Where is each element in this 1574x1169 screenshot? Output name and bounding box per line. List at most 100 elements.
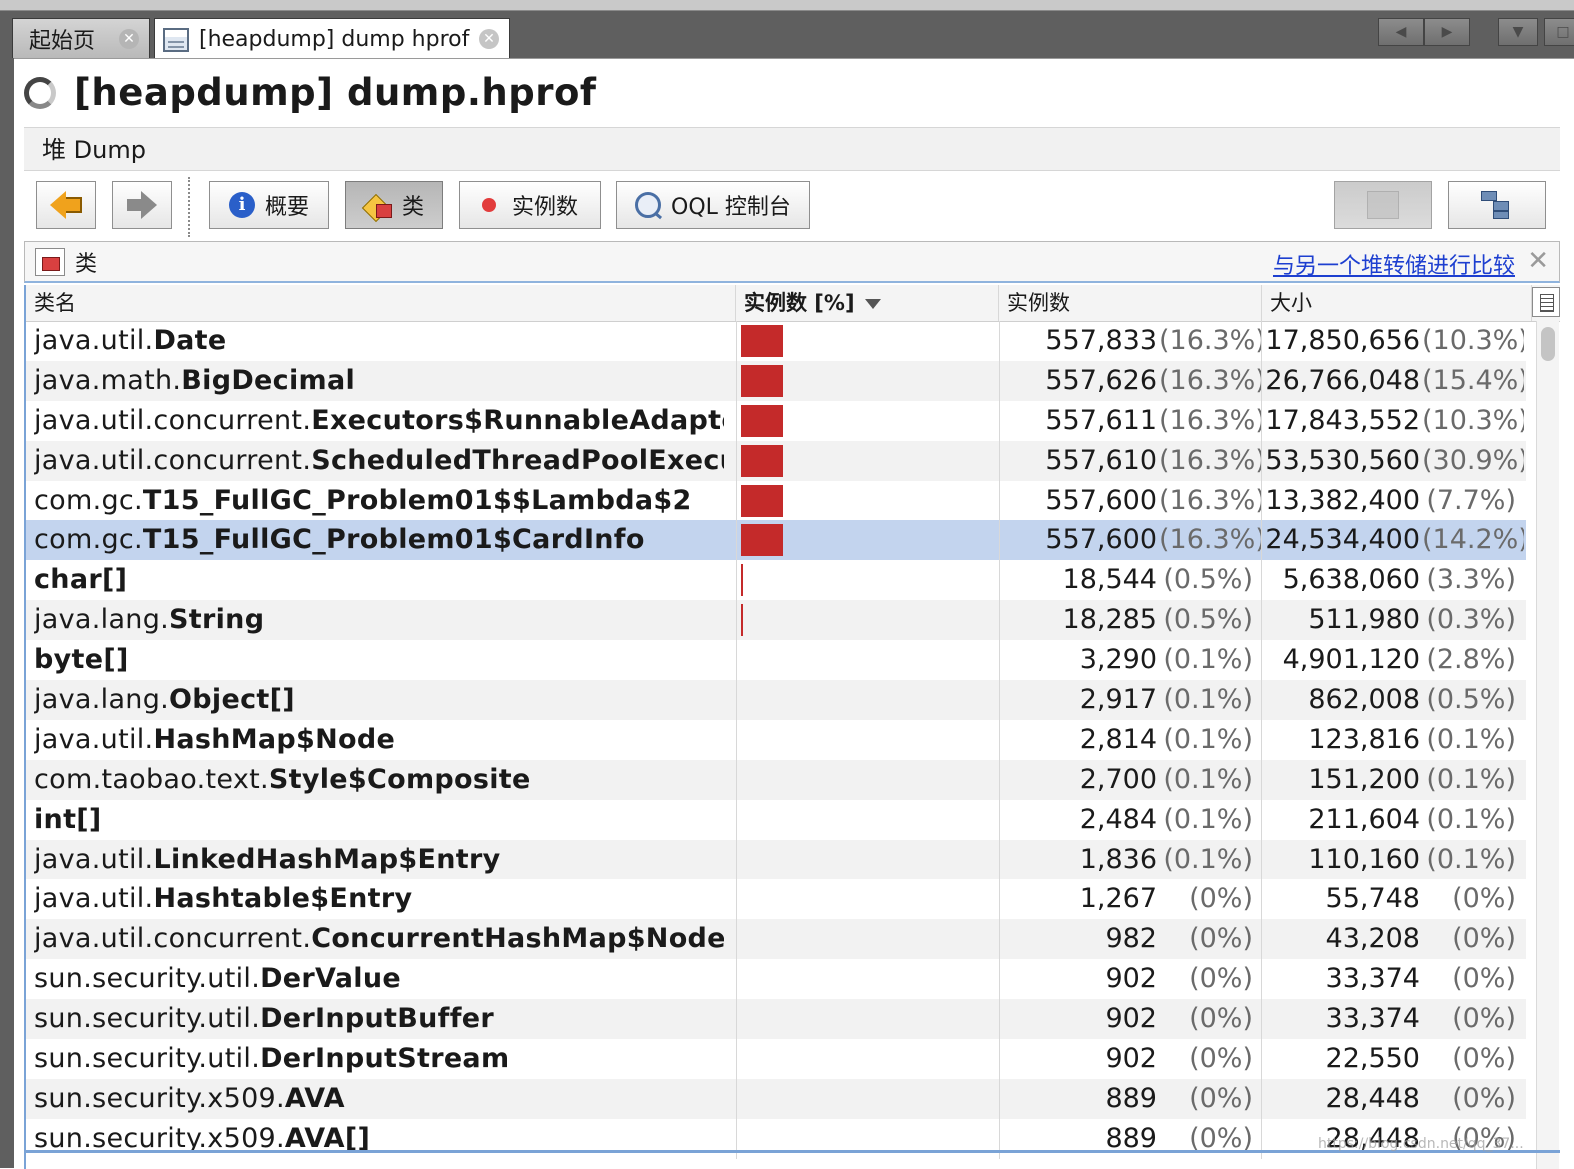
table-row[interactable]: java.util.Hashtable$Entry 1,267 (0%) 55,748… xyxy=(26,879,1526,920)
toolbar: i 概要 类 实例数 OQL 控制台 xyxy=(24,177,1560,237)
instances-count: 902 xyxy=(1105,1003,1157,1035)
table-row[interactable]: byte[] 3,290 (0.1%) 4,901,120 (2.8%) xyxy=(26,640,1526,681)
instances-count: 1,836 xyxy=(1079,843,1157,875)
table-row[interactable]: sun.security.util.DerValue 902 (0%) 33,374 (… xyxy=(26,959,1526,1000)
oql-console-button[interactable]: OQL 控制台 xyxy=(616,181,810,229)
table-row[interactable]: com.gc.T15_FullGC_Problem01$$Lambda$2 557… xyxy=(26,480,1526,521)
package-name: com.gc. xyxy=(34,484,143,516)
grid-icon xyxy=(1367,191,1399,219)
table-row[interactable]: java.math.BigDecimal 557,626 (16.3%) 26,766… xyxy=(26,360,1526,401)
table-row[interactable]: java.util.HashMap$Node 2,814 (0.1%) 123,816… xyxy=(26,719,1526,760)
class-simple-name: DerValue xyxy=(260,963,401,995)
instances-count-cell: 557,611 (16.3%) xyxy=(999,400,1262,441)
close-icon[interactable]: ✕ xyxy=(479,29,499,49)
table-row[interactable]: java.lang.String 18,285 (0.5%) 511,980 (0.3%… xyxy=(26,600,1526,641)
column-header-class-name[interactable]: 类名 xyxy=(26,285,736,321)
instances-count: 3,290 xyxy=(1079,644,1157,676)
tab-list-button[interactable]: ▼ xyxy=(1498,18,1538,46)
instances-percent-bar-cell xyxy=(736,719,1000,760)
table-row[interactable]: sun.security.util.DerInputBuffer 902 (0%) 3… xyxy=(26,999,1526,1040)
instances-count: 889 xyxy=(1105,1082,1157,1114)
package-name: sun.security.util. xyxy=(34,1043,261,1075)
hierarchy-view-button[interactable] xyxy=(1448,181,1546,229)
size-bytes: 151,200 xyxy=(1308,763,1420,795)
instances-percent: (0%) xyxy=(1189,963,1253,995)
instances-count-cell: 2,700 (0.1%) xyxy=(999,759,1262,800)
column-header-instances[interactable]: 实例数 xyxy=(999,285,1262,321)
class-icon xyxy=(364,192,392,218)
package-name: java.util.concurrent. xyxy=(34,404,312,436)
close-icon[interactable]: ✕ xyxy=(1527,246,1549,276)
column-chooser-icon[interactable] xyxy=(1532,287,1560,317)
scroll-tabs-right-button[interactable]: ▶ xyxy=(1424,18,1470,46)
tab-heapdump[interactable]: [heapdump] dump hprof ✕ xyxy=(154,18,510,60)
compare-heap-dump-link[interactable]: 与另一个堆转储进行比较 xyxy=(1273,248,1515,280)
table-row[interactable]: int[] 2,484 (0.1%) 211,604 (0.1%) xyxy=(26,799,1526,840)
column-header-size[interactable]: 大小 xyxy=(1262,285,1532,321)
size-bytes: 33,374 xyxy=(1325,963,1420,995)
instances-count-cell: 2,814 (0.1%) xyxy=(999,719,1262,760)
class-name-cell: java.util.HashMap$Node xyxy=(34,720,724,760)
size-cell: 211,604 (0.1%) xyxy=(1262,800,1524,840)
instances-percent: (16.3%) xyxy=(1159,404,1262,436)
instances-count: 18,285 xyxy=(1062,604,1157,636)
table-row[interactable]: java.util.LinkedHashMap$Entry 1,836 (0.1%)… xyxy=(26,839,1526,880)
size-cell: 4,901,120 (2.8%) xyxy=(1262,640,1524,680)
size-cell: 26,766,048 (15.4%) xyxy=(1262,361,1524,401)
size-percent: (0%) xyxy=(1452,1003,1516,1035)
table-row[interactable]: com.gc.T15_FullGC_Problem01$CardInfo 557,… xyxy=(26,520,1526,561)
size-bytes: 28,448 xyxy=(1325,1082,1420,1114)
maximize-button[interactable]: □ xyxy=(1544,18,1574,46)
instances-button[interactable]: 实例数 xyxy=(459,181,601,229)
instances-percent-bar-cell xyxy=(736,759,1000,800)
table-row[interactable]: java.util.concurrent.ScheduledThreadPool… xyxy=(26,440,1526,481)
instances-count-cell: 18,544 (0.5%) xyxy=(999,560,1262,601)
instances-percent-bar xyxy=(741,364,783,397)
package-name: java.util. xyxy=(34,883,154,915)
class-simple-name: T15_FullGC_Problem01$CardInfo xyxy=(142,524,645,556)
size-percent: (30.9%) xyxy=(1422,444,1524,476)
back-button[interactable] xyxy=(36,181,96,229)
instances-percent-bar-cell xyxy=(736,640,1000,681)
class-name-cell: com.taobao.text.Style$Composite xyxy=(34,760,724,800)
table-row[interactable]: java.util.concurrent.Executors$RunnableA… xyxy=(26,400,1526,441)
page-title: [heapdump] dump.hprof xyxy=(74,71,597,114)
table-row[interactable]: com.taobao.text.Style$Composite 2,700 (0.1… xyxy=(26,759,1526,800)
size-bytes: 5,638,060 xyxy=(1282,564,1420,596)
table-row[interactable]: char[] 18,544 (0.5%) 5,638,060 (3.3%) xyxy=(26,560,1526,601)
size-percent: (0.1%) xyxy=(1426,803,1516,835)
package-name: java.util.concurrent. xyxy=(34,923,312,955)
table-row[interactable]: sun.security.util.DerInputStream 902 (0%) 2… xyxy=(26,1039,1526,1079)
table-body: java.util.Date 557,833 (16.3%) 17,850,656 (1… xyxy=(26,321,1526,1159)
size-percent: (0.3%) xyxy=(1426,604,1516,636)
scroll-tabs-left-button[interactable]: ◀ xyxy=(1378,18,1424,46)
size-cell: 123,816 (0.1%) xyxy=(1262,720,1524,760)
forward-button[interactable] xyxy=(112,181,172,229)
instances-count: 982 xyxy=(1105,923,1157,955)
instances-count-cell: 902 (0%) xyxy=(999,999,1262,1040)
close-icon[interactable]: ✕ xyxy=(119,29,139,49)
instances-percent: (0.1%) xyxy=(1163,803,1253,835)
instances-percent-bar-cell xyxy=(736,520,1000,561)
vertical-scrollbar[interactable] xyxy=(1536,321,1559,1169)
disabled-view-button[interactable] xyxy=(1334,181,1432,229)
oql-label: OQL 控制台 xyxy=(671,195,791,220)
table-row[interactable]: java.util.concurrent.ConcurrentHashMap$N… xyxy=(26,919,1526,960)
instances-count: 2,700 xyxy=(1079,763,1157,795)
tab-start-page[interactable]: 起始页 ✕ xyxy=(12,18,150,58)
instances-percent-bar-cell xyxy=(736,839,1000,880)
size-percent: (3.3%) xyxy=(1426,564,1516,596)
instances-count: 2,814 xyxy=(1079,723,1157,755)
class-name-cell: com.gc.T15_FullGC_Problem01$CardInfo xyxy=(34,520,724,560)
size-percent: (0%) xyxy=(1452,1043,1516,1075)
summary-button[interactable]: i 概要 xyxy=(209,181,329,229)
table-row[interactable]: java.lang.Object[] 2,917 (0.1%) 862,008 (0.5… xyxy=(26,680,1526,720)
classes-button[interactable]: 类 xyxy=(345,181,443,229)
instances-percent-bar xyxy=(741,524,783,557)
table-row[interactable]: java.util.Date 557,833 (16.3%) 17,850,656 (1… xyxy=(26,321,1526,361)
scrollbar-thumb[interactable] xyxy=(1541,327,1555,361)
column-header-instances-percent[interactable]: 实例数 [%] xyxy=(736,285,999,321)
size-bytes: 211,604 xyxy=(1308,803,1420,835)
table-row[interactable]: sun.security.x509.AVA 889 (0%) 28,448 (0%) xyxy=(26,1078,1526,1119)
instances-percent-bar-cell xyxy=(736,1039,1000,1079)
